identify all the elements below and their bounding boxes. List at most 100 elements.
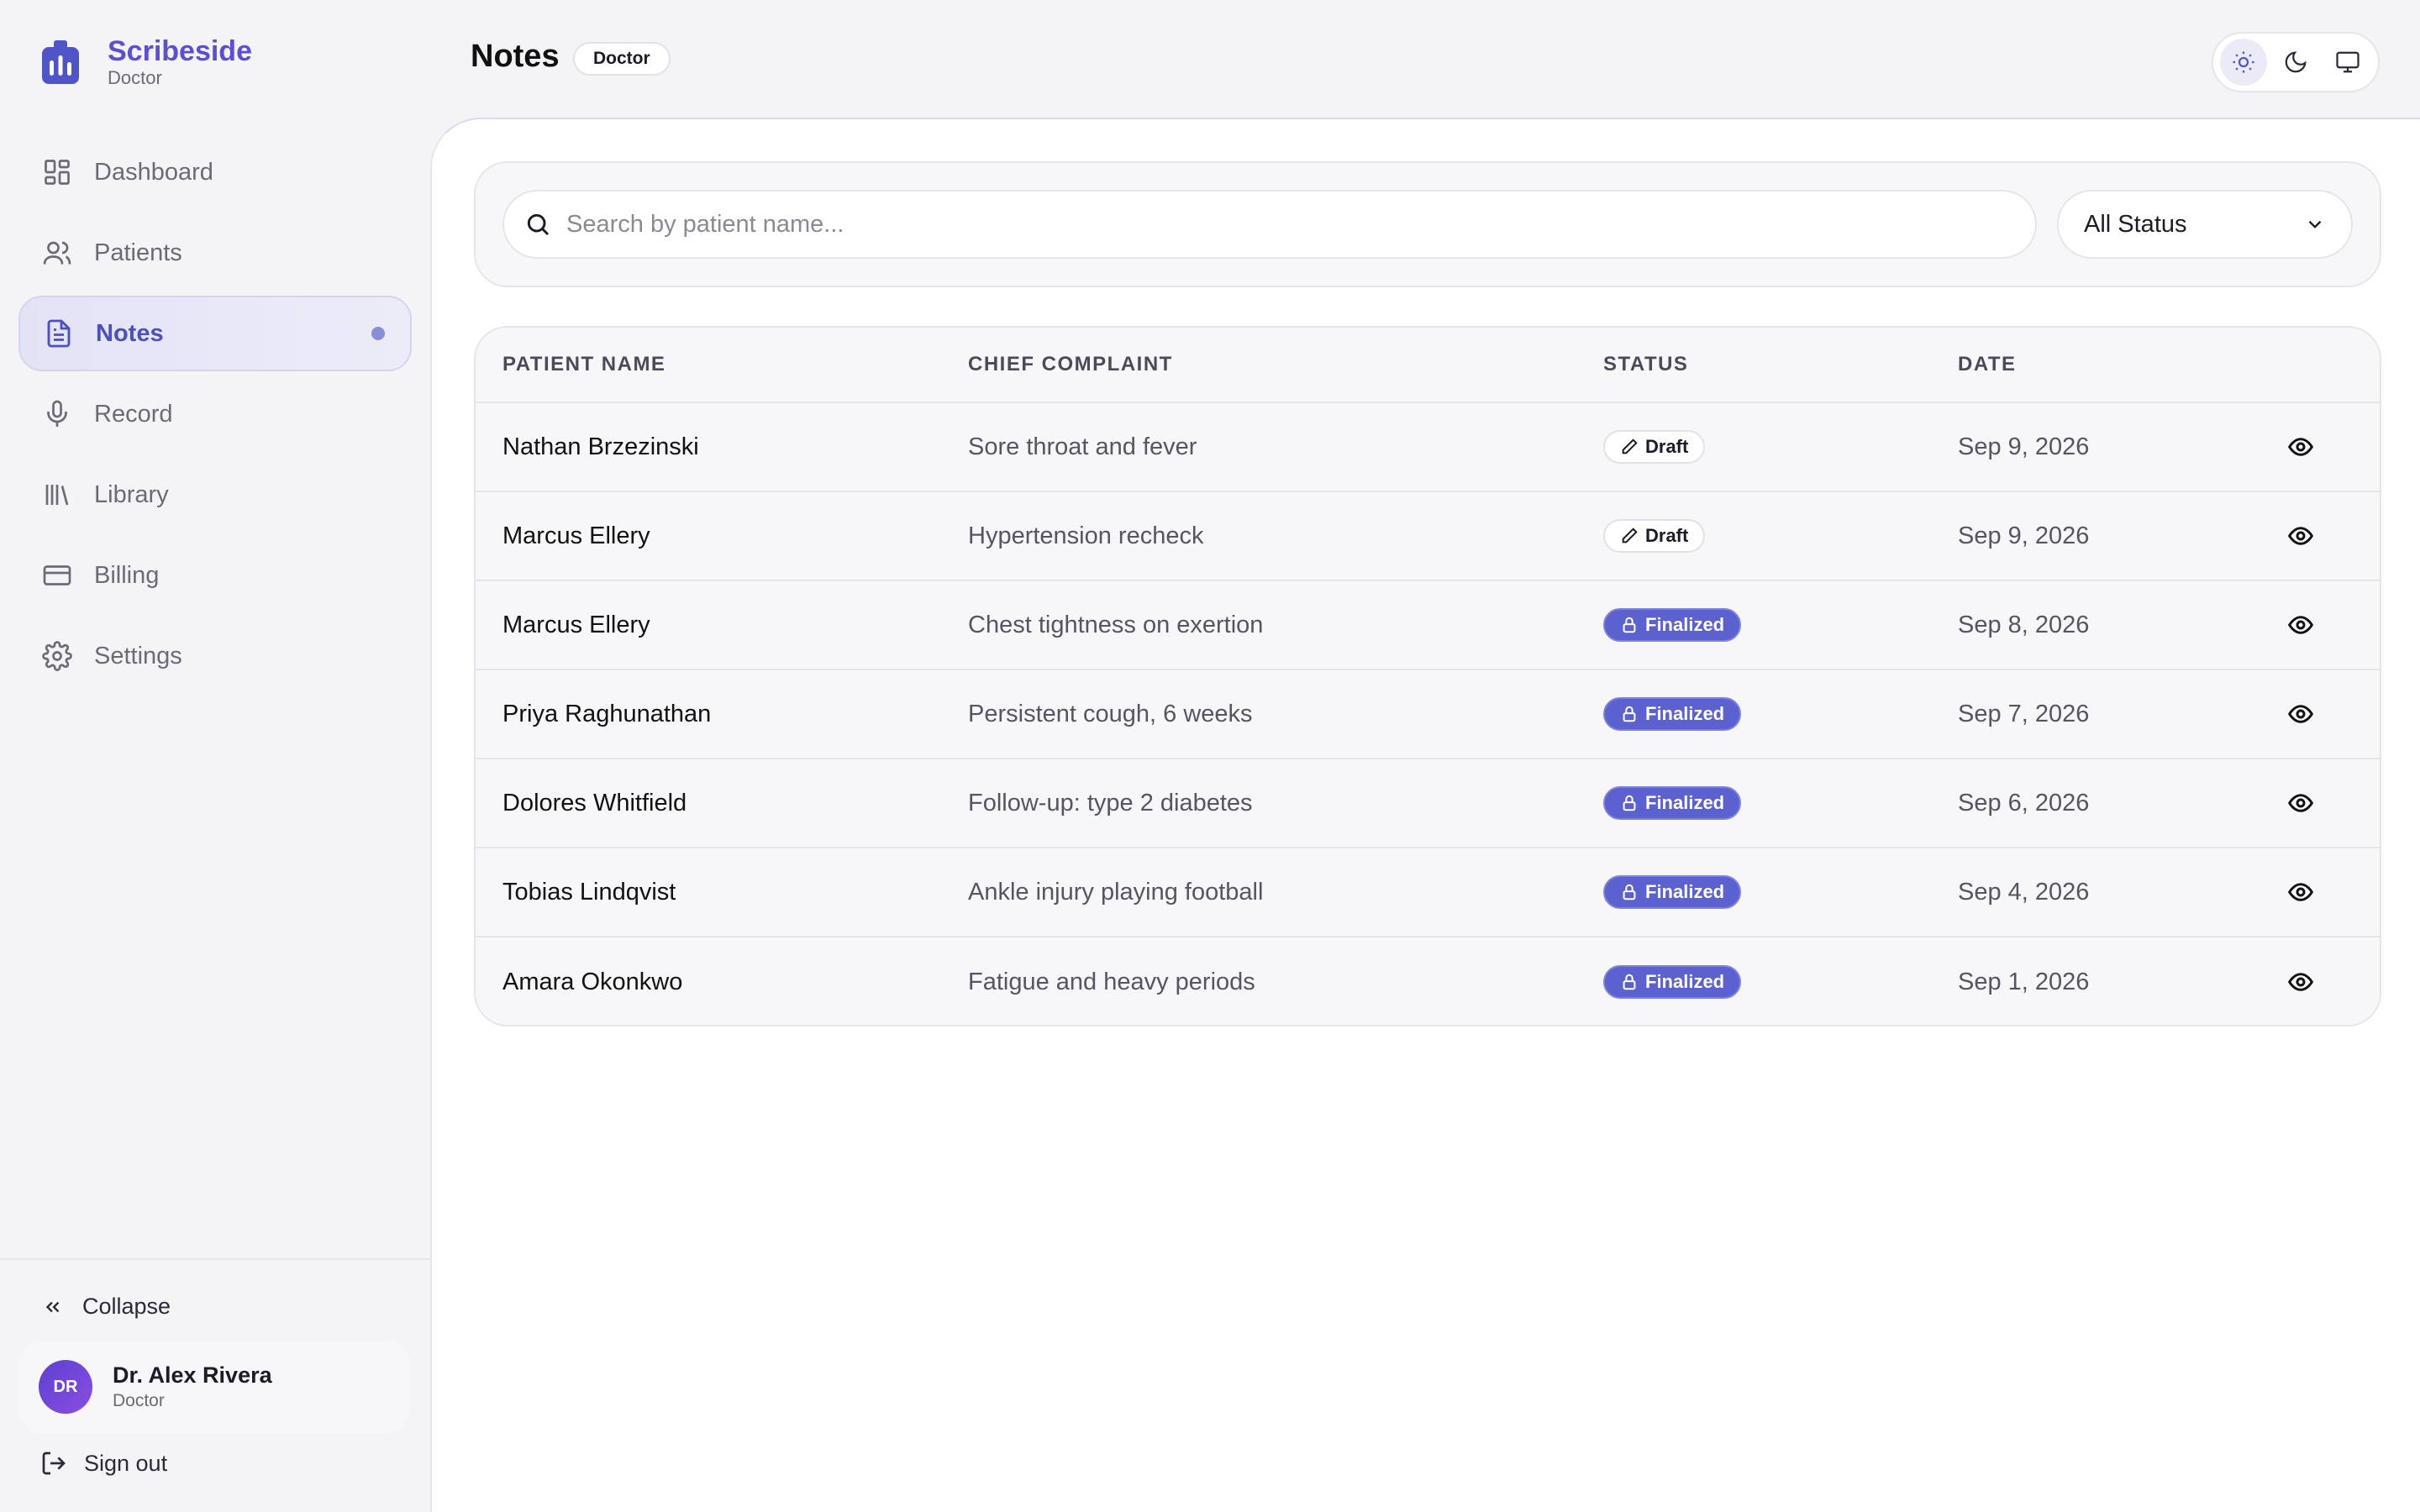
user-role: Doctor — [113, 1391, 165, 1410]
credit-card-icon — [42, 560, 72, 591]
status-badge: Finalized — [1603, 608, 1742, 642]
status-badge: Finalized — [1603, 965, 1742, 999]
user-card[interactable]: DR Dr. Alex Rivera Doctor — [18, 1341, 410, 1433]
pencil-icon — [1622, 528, 1638, 543]
brand-name: Scribeside — [108, 35, 252, 67]
sidebar-item-label: Notes — [96, 319, 164, 347]
pencil-icon — [1622, 438, 1638, 454]
sidebar-item-library[interactable]: Library — [18, 457, 412, 533]
eye-icon — [2287, 438, 2314, 456]
log-out-icon — [42, 1452, 66, 1475]
status-label: Draft — [1645, 525, 1689, 546]
patient-name: Marcus Ellery — [502, 611, 650, 638]
eye-icon — [2287, 794, 2314, 812]
search-icon — [527, 213, 550, 236]
sidebar: Scribeside Doctor Dashboard Patients Not… — [0, 0, 430, 1512]
column-header-patient-name[interactable]: PATIENT NAME — [502, 353, 666, 376]
status-filter-select[interactable]: All Status — [2057, 190, 2353, 259]
patient-name: Marcus Ellery — [502, 522, 650, 549]
view-note-button[interactable] — [2284, 608, 2317, 642]
users-icon — [42, 238, 72, 268]
sidebar-item-label: Library — [94, 480, 169, 508]
sidebar-item-record[interactable]: Record — [18, 376, 412, 452]
status-filter-value: All Status — [2084, 210, 2187, 238]
eye-icon — [2287, 527, 2314, 545]
view-note-button[interactable] — [2284, 519, 2317, 553]
view-note-button[interactable] — [2284, 965, 2317, 999]
status-label: Draft — [1645, 436, 1689, 457]
monitor-icon — [2336, 51, 2360, 73]
filter-bar: All Status — [474, 161, 2381, 287]
role-badge: Doctor — [573, 42, 671, 76]
brand-role: Doctor — [108, 67, 162, 88]
lock-icon — [1623, 617, 1636, 633]
eye-icon — [2287, 973, 2314, 991]
brand-logo-icon — [42, 40, 79, 84]
system-theme-button[interactable] — [2324, 39, 2371, 86]
moon-icon — [2285, 51, 2307, 73]
column-header-chief-complaint[interactable]: CHIEF COMPLAINT — [968, 353, 1173, 376]
view-note-button[interactable] — [2284, 430, 2317, 464]
chief-complaint: Sore throat and fever — [968, 433, 1197, 460]
patient-name: Dolores Whitfield — [502, 789, 687, 816]
chief-complaint: Follow-up: type 2 diabetes — [968, 789, 1253, 816]
lock-icon — [1623, 706, 1636, 722]
view-note-button[interactable] — [2284, 697, 2317, 731]
active-indicator-dot — [371, 327, 385, 340]
chevron-down-icon — [2308, 220, 2322, 228]
eye-icon — [2287, 616, 2314, 634]
view-note-button[interactable] — [2284, 875, 2317, 909]
table-row[interactable]: Tobias Lindqvist Ankle injury playing fo… — [476, 848, 2380, 937]
column-header-status[interactable]: STATUS — [1603, 353, 1688, 376]
brand[interactable]: Scribeside Doctor — [42, 35, 252, 89]
table-row[interactable]: Dolores Whitfield Follow-up: type 2 diab… — [476, 759, 2380, 848]
sidebar-item-dashboard[interactable]: Dashboard — [18, 134, 412, 210]
status-label: Finalized — [1645, 971, 1725, 992]
sidebar-item-notes[interactable]: Notes — [18, 296, 412, 371]
library-icon — [42, 480, 72, 510]
main-content: All Status PATIENT NAME CHIEF COMPLAINT … — [430, 118, 2420, 1512]
note-date: Sep 6, 2026 — [1958, 789, 2090, 816]
patient-name: Nathan Brzezinski — [502, 433, 699, 460]
note-date: Sep 9, 2026 — [1958, 522, 2090, 549]
search-box[interactable] — [502, 190, 2037, 259]
notes-table: PATIENT NAME CHIEF COMPLAINT STATUS DATE… — [474, 326, 2381, 1026]
sidebar-nav: Dashboard Patients Notes Record Library … — [18, 134, 412, 699]
avatar: DR — [39, 1360, 92, 1414]
theme-toggle — [2212, 32, 2380, 92]
status-badge: Finalized — [1603, 786, 1742, 820]
status-label: Finalized — [1645, 614, 1725, 635]
patient-name: Tobias Lindqvist — [502, 878, 676, 906]
chief-complaint: Fatigue and heavy periods — [968, 968, 1255, 995]
sidebar-footer: Collapse DR Dr. Alex Rivera Doctor Sign … — [0, 1258, 430, 1476]
note-date: Sep 1, 2026 — [1958, 968, 2090, 995]
file-text-icon — [44, 318, 74, 349]
chief-complaint: Persistent cough, 6 weeks — [968, 700, 1253, 727]
table-row[interactable]: Marcus Ellery Chest tightness on exertio… — [476, 581, 2380, 670]
sidebar-item-label: Settings — [94, 642, 182, 669]
collapse-label: Collapse — [82, 1294, 171, 1319]
table-row[interactable]: Marcus Ellery Hypertension recheck Draft… — [476, 492, 2380, 581]
user-name: Dr. Alex Rivera — [113, 1362, 272, 1388]
dark-theme-button[interactable] — [2272, 39, 2319, 86]
table-row[interactable]: Priya Raghunathan Persistent cough, 6 we… — [476, 670, 2380, 759]
view-note-button[interactable] — [2284, 786, 2317, 820]
eye-icon — [2287, 883, 2314, 901]
table-row[interactable]: Nathan Brzezinski Sore throat and fever … — [476, 403, 2380, 492]
collapse-button[interactable]: Collapse — [42, 1294, 171, 1320]
column-header-date[interactable]: DATE — [1958, 353, 2017, 376]
status-badge: Finalized — [1603, 875, 1742, 909]
mic-icon — [42, 399, 72, 429]
sign-out-button[interactable]: Sign out — [40, 1450, 167, 1477]
sidebar-item-billing[interactable]: Billing — [18, 538, 412, 613]
table-row[interactable]: Amara Okonkwo Fatigue and heavy periods … — [476, 937, 2380, 1025]
sign-out-label: Sign out — [84, 1450, 168, 1476]
light-theme-button[interactable] — [2220, 39, 2267, 86]
search-input[interactable] — [566, 210, 1995, 239]
note-date: Sep 9, 2026 — [1958, 433, 2090, 460]
gear-icon — [42, 641, 72, 671]
sidebar-item-settings[interactable]: Settings — [18, 618, 412, 694]
sidebar-item-patients[interactable]: Patients — [18, 215, 412, 291]
chief-complaint: Ankle injury playing football — [968, 878, 1264, 906]
status-badge: Finalized — [1603, 697, 1742, 731]
